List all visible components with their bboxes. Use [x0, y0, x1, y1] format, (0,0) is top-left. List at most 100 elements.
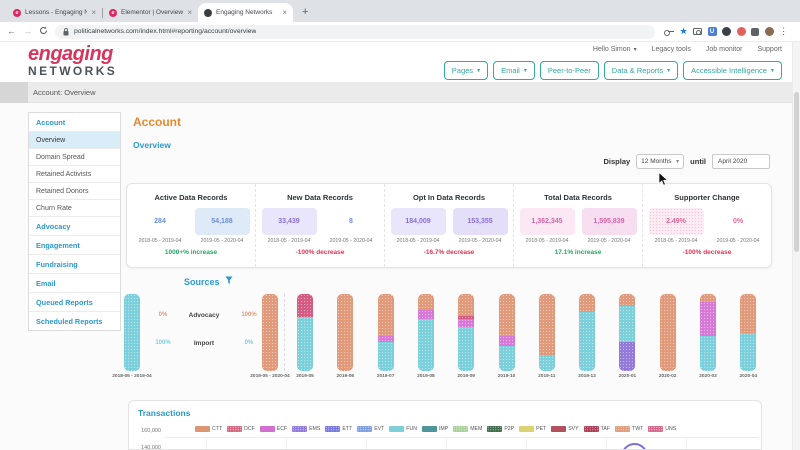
gridline-v [366, 437, 367, 449]
top-link-legacy-tools[interactable]: Legacy tools [652, 46, 691, 53]
stat-value: 1,595,839 [582, 208, 637, 235]
nav-button-accessible-intelligence[interactable]: Accessible Intelligence▾ [683, 61, 782, 80]
stat-card: Active Data Records28454,1882018-05 - 20… [127, 184, 255, 267]
month-bar [378, 294, 394, 371]
legend-text: DCF [244, 426, 255, 432]
bar-segment-crimson [458, 316, 474, 319]
forward-icon[interactable]: → [23, 27, 32, 36]
camera-icon[interactable] [693, 28, 702, 35]
sidebar-item-advocacy[interactable]: Advocacy [29, 217, 120, 236]
gridline-v [526, 437, 527, 449]
browser-tab[interactable]: eLessons - Engaging Network× [7, 3, 102, 22]
extensions-puzzle-icon[interactable] [751, 28, 759, 36]
legend-text: ETT [342, 426, 352, 432]
sidebar-item-overview[interactable]: Overview [29, 132, 120, 149]
nav-button-email[interactable]: Email▾ [493, 61, 535, 80]
sidebar-item-account[interactable]: Account [29, 113, 120, 132]
scrollbar-thumb[interactable] [794, 92, 799, 252]
sidebar-item-churn-rate[interactable]: Churn Rate [29, 200, 120, 217]
top-link-support[interactable]: Support [757, 46, 782, 53]
engaging-networks-logo: engaging NETWORKS [28, 44, 117, 77]
gridline-v [606, 437, 607, 449]
stat-periods: 2018-05 - 2019-042019-05 - 2020-04 [643, 238, 771, 244]
nav-button-peer-to-peer[interactable]: Peer-to-Peer [540, 61, 599, 80]
legend-swatch [551, 426, 566, 432]
back-icon[interactable]: ← [7, 27, 16, 36]
close-icon[interactable]: × [91, 9, 96, 17]
sidebar-item-retained-donors[interactable]: Retained Donors [29, 183, 120, 200]
stat-change: -100% decrease [256, 249, 384, 256]
circle-annotation [621, 443, 648, 450]
menu-dots-icon[interactable]: ⋮ [779, 26, 788, 37]
stat-change: -100% decrease [643, 249, 771, 256]
filter-funnel-icon[interactable] [225, 276, 233, 287]
bar-segment-advocacy [700, 294, 716, 302]
key-icon[interactable] [664, 29, 674, 35]
stat-period-label: 2019-05 - 2020-04 [324, 238, 379, 244]
legend-swatch [519, 426, 534, 432]
legend-swatch [325, 426, 340, 432]
stat-period-label: 2019-05 - 2020-04 [195, 238, 250, 244]
stat-card: New Data Records33,43982018-05 - 2019-04… [255, 184, 384, 267]
gridline-v [686, 437, 687, 449]
logo-word-engaging: engaging [28, 44, 117, 64]
extension-dark-icon[interactable] [722, 27, 731, 36]
until-date-input[interactable]: April 2020 [712, 154, 770, 169]
gridline-h [165, 437, 759, 438]
nav-button-data-reports[interactable]: Data & Reports▾ [604, 61, 678, 80]
address-bar[interactable]: politicalnetworks.com/index.html#reporti… [55, 25, 655, 39]
sidebar-item-queued-reports[interactable]: Queued Reports [29, 293, 120, 312]
tab-title: Elementor | Overview Report [121, 9, 183, 16]
period-select[interactable]: 12 Months ▾ [636, 154, 684, 169]
browser-tab[interactable]: Engaging Networks× [198, 3, 293, 22]
sources-title-text: Sources [184, 277, 220, 287]
sidebar-item-fundraising[interactable]: Fundraising [29, 255, 120, 274]
stat-title: Supporter Change [643, 193, 771, 202]
bar-segment-advocacy [337, 294, 353, 371]
legend-percent: 0% [150, 312, 176, 318]
legend-text: TAF [601, 426, 610, 432]
extension-u-icon[interactable]: U [708, 27, 717, 36]
legend-text: FUN [406, 426, 417, 432]
browser-tab[interactable]: e Elementor | Overview Report × [103, 3, 198, 22]
legend-item-imp: IMP [422, 426, 448, 432]
stat-period-label: 2018-05 - 2019-04 [391, 238, 446, 244]
bar-segment-import [700, 336, 716, 371]
sidebar-item-retained-activists[interactable]: Retained Activists [29, 166, 120, 183]
sidebar-item-email[interactable]: Email [29, 274, 120, 293]
stats-panel: Active Data Records28454,1882018-05 - 20… [126, 183, 772, 268]
sidebar-item-scheduled-reports[interactable]: Scheduled Reports [29, 312, 120, 330]
month-bar [539, 294, 555, 371]
stat-periods: 2018-05 - 2019-042019-05 - 2020-04 [385, 238, 513, 244]
close-icon[interactable]: × [282, 9, 287, 17]
new-tab-button[interactable]: + [302, 6, 308, 18]
gridline-v [206, 437, 207, 449]
stat-periods: 2018-05 - 2019-04 2019-05 - 2020-04 [256, 238, 384, 244]
bookmark-star-icon[interactable]: ★ [680, 26, 688, 37]
legend-item-ems: EMS [292, 426, 320, 432]
legend-text: UNS [665, 426, 676, 432]
stat-period-label: 2018-05 - 2019-04 [262, 238, 317, 244]
legend-swatch [292, 426, 307, 432]
top-link-job-monitor[interactable]: Job monitor [706, 46, 743, 53]
legend-text: EVT [374, 426, 384, 432]
legend-percent: 100% [150, 340, 176, 346]
profile-avatar[interactable] [765, 27, 774, 36]
nav-button-pages[interactable]: Pages▾ [444, 61, 488, 80]
legend-swatch [453, 426, 468, 432]
sidebar-item-domain-spread[interactable]: Domain Spread [29, 149, 120, 166]
stat-periods: 2018-05 - 2019-042019-05 - 2020-04 [127, 238, 255, 244]
bar-segment-import [740, 333, 756, 372]
month-bar [579, 294, 595, 371]
nav-button-label: Accessible Intelligence [691, 66, 767, 75]
extension-red-icon[interactable] [737, 27, 746, 36]
legend-item-taf: TAF [584, 426, 610, 432]
user-menu[interactable]: Hello Simon ▾ [593, 46, 637, 53]
breadcrumb-bar: Account: Overview [0, 82, 800, 103]
stat-value: 0% [711, 208, 766, 235]
elementor-favicon-icon: e [109, 9, 117, 17]
sidebar-item-engagement[interactable]: Engagement [29, 236, 120, 255]
close-icon[interactable]: × [187, 9, 192, 17]
globe-favicon-icon [204, 9, 212, 17]
reload-icon[interactable] [39, 26, 48, 37]
